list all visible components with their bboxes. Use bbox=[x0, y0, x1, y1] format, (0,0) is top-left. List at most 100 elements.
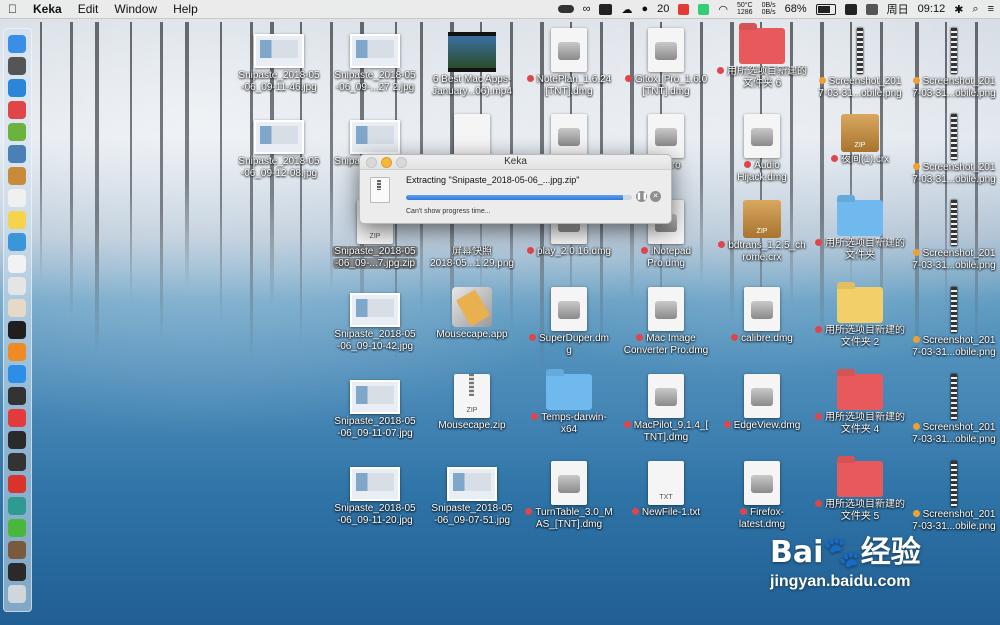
desktop-item[interactable]: Snipaste_2018-05 -06_09-12-08.jpg bbox=[231, 114, 327, 180]
tag-dot-icon bbox=[640, 247, 648, 254]
desktop-item[interactable]: Screenshot_201 7-03-31...obile.png bbox=[906, 287, 1000, 359]
cloud-icon[interactable]: ☁ bbox=[621, 3, 632, 16]
desktop-item[interactable]: ZIP bdtrans_1.2.5_ch rome.crx bbox=[714, 200, 810, 264]
calendar-icon[interactable] bbox=[8, 189, 26, 207]
app-menu-icon[interactable] bbox=[678, 3, 690, 15]
desktop-item[interactable]: SuperDuper.dm g bbox=[521, 287, 617, 357]
desktop-item[interactable]: Screenshot_201 7-03-31...obile.png bbox=[906, 374, 1000, 446]
desktop-item[interactable]: ZIP Mousecape.zip bbox=[424, 374, 520, 432]
desktop-item[interactable]: 用所选项目新建的 文件夹 4 bbox=[812, 374, 908, 436]
tag-dot-icon bbox=[526, 75, 534, 82]
activity-icon[interactable] bbox=[8, 431, 26, 449]
avatar-icon[interactable] bbox=[8, 541, 26, 559]
folder-icon bbox=[739, 28, 785, 64]
vpn-icon[interactable] bbox=[8, 387, 26, 405]
label-line: 6 Best Mac Apps- bbox=[424, 74, 520, 86]
label-text: g bbox=[566, 345, 572, 356]
minimize-button[interactable] bbox=[381, 157, 392, 168]
desktop-item[interactable]: Screenshot_201 7-03-31...obile.png bbox=[906, 28, 1000, 100]
vivaldi-icon[interactable] bbox=[8, 409, 26, 427]
desktop-item[interactable]: 用所选项目新建的 文件夹 5 bbox=[812, 461, 908, 523]
console-icon[interactable] bbox=[8, 453, 26, 471]
battery-icon[interactable] bbox=[815, 3, 836, 15]
desktop-item[interactable]: calibre.dmg bbox=[714, 287, 810, 345]
chrome-icon[interactable] bbox=[8, 277, 26, 295]
bluetooth-icon[interactable]: ✱ bbox=[954, 3, 963, 16]
desktop-item[interactable]: Gitox_Pro_1.6.0 [TNT].dmg bbox=[618, 28, 714, 98]
menu-window[interactable]: Window bbox=[106, 0, 165, 18]
edge-icon[interactable] bbox=[8, 497, 26, 515]
desktop-item[interactable]: MacPilot_9.1.4_[TNT].dmg bbox=[618, 374, 714, 444]
desktop-item[interactable]: Firefox-latest.dmg bbox=[714, 461, 810, 531]
zoom-button[interactable] bbox=[396, 157, 407, 168]
desktop-item[interactable]: 用所选项目新建的 文件夹 6 bbox=[714, 28, 810, 90]
clock-time[interactable]: 09:12 bbox=[918, 3, 946, 15]
photos-icon[interactable] bbox=[8, 167, 26, 185]
grid-app-icon[interactable] bbox=[865, 3, 878, 15]
desktop-item[interactable]: EdgeView.dmg bbox=[714, 374, 810, 432]
desktop-item[interactable]: ZIP 夜间(1).crx bbox=[812, 114, 908, 166]
label-line: 用所选项目新建的 bbox=[812, 325, 908, 337]
desktop-item[interactable]: Temps-darwin-x64 bbox=[521, 374, 617, 436]
android-icon[interactable] bbox=[8, 123, 26, 141]
desktop-item[interactable]: Snipaste_2018-05 -06_09-07-51.jpg bbox=[424, 461, 520, 527]
wechat-icon[interactable] bbox=[8, 519, 26, 537]
desktop-item[interactable]: Audio Hijack.dmg bbox=[714, 114, 810, 184]
cancel-button[interactable]: ✕ bbox=[650, 191, 661, 202]
glasses-icon[interactable]: ∞ bbox=[583, 3, 591, 15]
netease-icon[interactable] bbox=[8, 475, 26, 493]
close-button[interactable] bbox=[366, 157, 377, 168]
desktop-item[interactable]: NotePlan_1.6.24 [TNT].dmg bbox=[521, 28, 617, 98]
window-titlebar[interactable]: Keka bbox=[360, 155, 671, 170]
trash-icon[interactable] bbox=[8, 585, 26, 603]
desktop-item[interactable]: Snipaste_2018-05 -06_09-11-20.jpg bbox=[327, 461, 423, 527]
progress-fill bbox=[406, 195, 623, 200]
books-icon[interactable] bbox=[8, 343, 26, 361]
desktop-item[interactable]: Snipaste_2018-05 -06_09-11-46.jpg bbox=[231, 28, 327, 94]
safari-icon[interactable] bbox=[8, 79, 26, 97]
download-icon[interactable] bbox=[8, 101, 26, 119]
reminders-icon[interactable] bbox=[8, 255, 26, 273]
menu-help[interactable]: Help bbox=[165, 0, 206, 18]
display-icon[interactable] bbox=[599, 3, 613, 15]
desktop-item[interactable]: TXT NewFile-1.txt bbox=[618, 461, 714, 519]
wechat-menu-icon[interactable]: ● bbox=[641, 3, 648, 15]
desktop-item[interactable]: Snipaste_2018-05 -06_09-10-42.jpg bbox=[327, 287, 423, 353]
desktop-item[interactable]: Mac Image Converter Pro.dmg bbox=[618, 287, 714, 357]
pause-button[interactable]: ❚❚ bbox=[636, 191, 648, 202]
sensor-readout[interactable]: 50°C 1286 bbox=[737, 2, 753, 16]
input-method-icon[interactable] bbox=[844, 3, 857, 15]
desktop-item[interactable]: Screenshot_201 7-03-31...obile.png bbox=[906, 114, 1000, 186]
desktop-item[interactable]: Mousecape.app bbox=[424, 287, 520, 341]
desktop-item[interactable]: 6 Best Mac Apps- January...06).mp4 bbox=[424, 28, 520, 98]
notes-icon[interactable] bbox=[8, 211, 26, 229]
notification-center-icon[interactable]: ≡ bbox=[988, 3, 994, 15]
appstore-icon[interactable] bbox=[8, 365, 26, 383]
desktop-item[interactable]: 用所选项目新建的 文件夹 bbox=[812, 200, 908, 262]
keka-icon[interactable] bbox=[8, 563, 26, 581]
photos2-icon[interactable] bbox=[8, 299, 26, 317]
desktop-item[interactable]: TurnTable_3.0_M AS_[TNT].dmg bbox=[521, 461, 617, 531]
search-icon[interactable]: ⌕ bbox=[972, 3, 978, 16]
app-menu-keka[interactable]: Keka bbox=[25, 0, 70, 18]
network-speed[interactable]: 0B/s 0B/s bbox=[762, 2, 776, 16]
apple-icon[interactable]:  bbox=[0, 0, 25, 18]
desktop-item[interactable]: 用所选项目新建的 文件夹 2 bbox=[812, 287, 908, 349]
preview-icon[interactable] bbox=[8, 145, 26, 163]
clock-day[interactable]: 周日 bbox=[887, 1, 909, 17]
desktop-item[interactable]: Screenshot_201 7-03-31...obile.png bbox=[812, 28, 908, 100]
terminal-icon[interactable] bbox=[8, 321, 26, 339]
desktop-item[interactable]: Snipaste_2018-05 -06_09-...27 2.jpg bbox=[327, 28, 423, 94]
desktop-item[interactable]: Screenshot_201 7-03-31...obile.png bbox=[906, 200, 1000, 272]
desktop-item[interactable]: Screenshot_201 7-03-31...obile.png bbox=[906, 461, 1000, 533]
desktop-item[interactable]: Snipaste_2018-05 -06_09-11-07.jpg bbox=[327, 374, 423, 440]
zip-file-icon bbox=[370, 177, 390, 203]
launchpad-icon[interactable] bbox=[8, 57, 26, 75]
menu-edit[interactable]: Edit bbox=[70, 0, 107, 18]
disk-image-icon bbox=[744, 374, 780, 418]
grid-icon[interactable] bbox=[698, 3, 710, 15]
toggle-icon[interactable] bbox=[557, 5, 574, 13]
wifi-icon[interactable]: ◠ bbox=[718, 3, 728, 16]
finder-icon[interactable] bbox=[8, 35, 26, 53]
contacts-icon[interactable] bbox=[8, 233, 26, 251]
